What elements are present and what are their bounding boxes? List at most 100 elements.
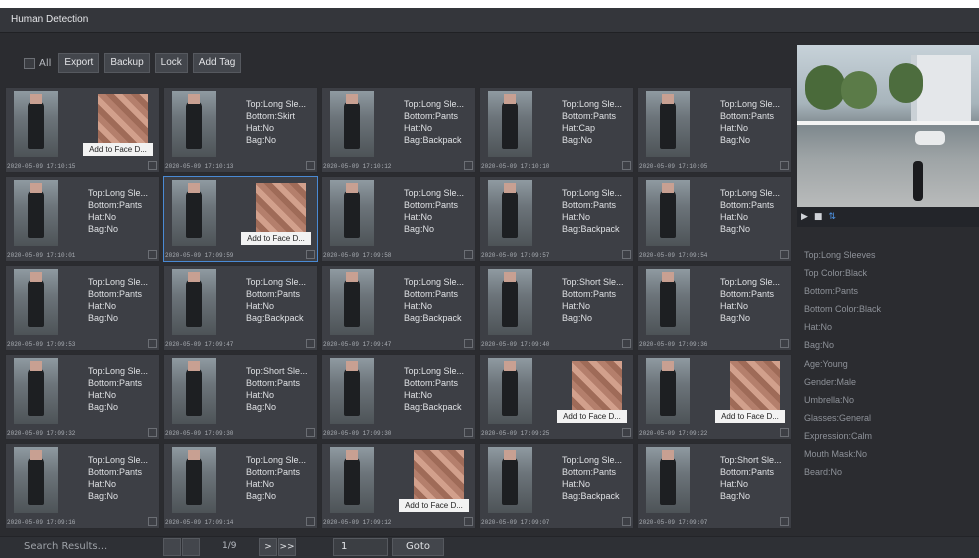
- prev-page-button[interactable]: [182, 538, 200, 556]
- person-thumbnail[interactable]: [172, 91, 216, 157]
- result-card[interactable]: Top:Long Sle... Bottom:Pants Hat:No Bag:No 2…: [5, 176, 160, 262]
- person-thumbnail[interactable]: [488, 91, 532, 157]
- select-checkbox[interactable]: [306, 517, 315, 526]
- result-card[interactable]: Top:Long Sle... Bottom:Pants Hat:No Bag:Bac…: [321, 354, 476, 440]
- add-to-face-database-button[interactable]: Add to Face D...: [557, 410, 627, 423]
- select-checkbox[interactable]: [306, 339, 315, 348]
- select-checkbox[interactable]: [306, 428, 315, 437]
- result-card[interactable]: Top:Long Sle... Bottom:Pants Hat:Cap Bag:No…: [479, 87, 634, 173]
- download-icon[interactable]: ⇅: [828, 212, 836, 222]
- add-to-face-database-button[interactable]: Add to Face D...: [399, 499, 469, 512]
- result-card[interactable]: Top:Long Sle... Bottom:Pants Hat:No Bag:No 2…: [637, 87, 792, 173]
- person-thumbnail[interactable]: [172, 447, 216, 513]
- first-page-button[interactable]: [163, 538, 181, 556]
- add-to-face-database-button[interactable]: Add to Face D...: [241, 232, 311, 245]
- face-thumbnail[interactable]: [572, 361, 622, 413]
- person-thumbnail[interactable]: [14, 447, 58, 513]
- result-card[interactable]: Add to Face D... 2020-05-09 17:09:25: [479, 354, 634, 440]
- select-checkbox[interactable]: [148, 161, 157, 170]
- select-checkbox[interactable]: [780, 161, 789, 170]
- result-card[interactable]: Top:Short Sle... Bottom:Pants Hat:No Bag:No…: [163, 354, 318, 440]
- result-card[interactable]: Top:Long Sle... Bottom:Pants Hat:No Bag:Bac…: [479, 443, 634, 529]
- person-thumbnail[interactable]: [14, 91, 58, 157]
- result-card[interactable]: Top:Long Sle... Bottom:Pants Hat:No Bag:No 2…: [637, 265, 792, 351]
- select-checkbox[interactable]: [780, 428, 789, 437]
- person-thumbnail[interactable]: [330, 180, 374, 246]
- next-page-button[interactable]: >: [259, 538, 277, 556]
- face-thumbnail[interactable]: [730, 361, 780, 413]
- result-card[interactable]: Top:Long Sle... Bottom:Pants Hat:No Bag:Bac…: [163, 265, 318, 351]
- person-thumbnail[interactable]: [646, 180, 690, 246]
- person-thumbnail[interactable]: [488, 447, 532, 513]
- result-card[interactable]: Top:Long Sle... Bottom:Pants Hat:No Bag:No 2…: [5, 265, 160, 351]
- person-thumbnail[interactable]: [646, 447, 690, 513]
- person-thumbnail[interactable]: [330, 269, 374, 335]
- select-checkbox[interactable]: [464, 250, 473, 259]
- result-card[interactable]: Top:Long Sle... Bottom:Pants Hat:No Bag:Bac…: [321, 265, 476, 351]
- select-checkbox[interactable]: [148, 339, 157, 348]
- result-card[interactable]: Add to Face D... 2020-05-09 17:10:15: [5, 87, 160, 173]
- result-card[interactable]: Add to Face D... 2020-05-09 17:09:12: [321, 443, 476, 529]
- face-thumbnail[interactable]: [414, 450, 464, 502]
- select-checkbox[interactable]: [780, 250, 789, 259]
- select-checkbox[interactable]: [306, 161, 315, 170]
- select-checkbox[interactable]: [622, 250, 631, 259]
- add-tag-button[interactable]: Add Tag: [192, 53, 242, 73]
- person-thumbnail[interactable]: [172, 358, 216, 424]
- result-card[interactable]: Top:Long Sle... Bottom:Pants Hat:No Bag:No 2…: [5, 443, 160, 529]
- person-thumbnail[interactable]: [172, 180, 216, 246]
- person-thumbnail[interactable]: [330, 91, 374, 157]
- page-number-input[interactable]: 1: [333, 538, 388, 556]
- select-checkbox[interactable]: [464, 161, 473, 170]
- select-all-control[interactable]: All: [24, 57, 51, 69]
- export-button[interactable]: Export: [58, 53, 100, 73]
- result-card[interactable]: Top:Long Sle... Bottom:Pants Hat:No Bag:No 2…: [5, 354, 160, 440]
- person-thumbnail[interactable]: [488, 180, 532, 246]
- goto-button[interactable]: Goto: [392, 538, 444, 556]
- play-icon[interactable]: ▶: [801, 212, 808, 222]
- person-thumbnail[interactable]: [488, 358, 532, 424]
- person-thumbnail[interactable]: [646, 269, 690, 335]
- add-to-face-database-button[interactable]: Add to Face D...: [83, 143, 153, 156]
- last-page-button[interactable]: >>: [278, 538, 296, 556]
- person-thumbnail[interactable]: [488, 269, 532, 335]
- select-checkbox[interactable]: [148, 428, 157, 437]
- face-thumbnail[interactable]: [256, 183, 306, 235]
- select-checkbox[interactable]: [464, 517, 473, 526]
- result-card[interactable]: Top:Long Sle... Bottom:Pants Hat:No Bag:No 2…: [163, 443, 318, 529]
- result-card[interactable]: Top:Long Sle... Bottom:Pants Hat:No Bag:No 2…: [321, 176, 476, 262]
- result-card[interactable]: Add to Face D... 2020-05-09 17:09:22: [637, 354, 792, 440]
- select-checkbox[interactable]: [622, 428, 631, 437]
- person-thumbnail[interactable]: [14, 358, 58, 424]
- result-card[interactable]: Add to Face D... 2020-05-09 17:09:59: [163, 176, 318, 262]
- select-checkbox[interactable]: [464, 428, 473, 437]
- select-checkbox[interactable]: [780, 517, 789, 526]
- result-card[interactable]: Top:Long Sle... Bottom:Skirt Hat:No Bag:No 2…: [163, 87, 318, 173]
- select-checkbox[interactable]: [306, 250, 315, 259]
- person-thumbnail[interactable]: [14, 180, 58, 246]
- result-card[interactable]: Top:Short Sle... Bottom:Pants Hat:No Bag:No…: [479, 265, 634, 351]
- select-checkbox[interactable]: [780, 339, 789, 348]
- select-checkbox[interactable]: [622, 161, 631, 170]
- select-checkbox[interactable]: [464, 339, 473, 348]
- person-thumbnail[interactable]: [646, 358, 690, 424]
- select-checkbox[interactable]: [148, 517, 157, 526]
- select-checkbox[interactable]: [148, 250, 157, 259]
- result-card[interactable]: Top:Long Sle... Bottom:Pants Hat:No Bag:Bac…: [479, 176, 634, 262]
- select-checkbox[interactable]: [622, 517, 631, 526]
- select-all-checkbox[interactable]: [24, 57, 35, 69]
- person-thumbnail[interactable]: [330, 358, 374, 424]
- person-thumbnail[interactable]: [646, 91, 690, 157]
- backup-button[interactable]: Backup: [104, 53, 150, 73]
- result-card[interactable]: Top:Short Sle... Bottom:Pants Hat:No Bag:No…: [637, 443, 792, 529]
- person-thumbnail[interactable]: [330, 447, 374, 513]
- result-card[interactable]: Top:Long Sle... Bottom:Pants Hat:No Bag:Bac…: [321, 87, 476, 173]
- lock-button[interactable]: Lock: [154, 53, 188, 73]
- select-checkbox[interactable]: [622, 339, 631, 348]
- person-thumbnail[interactable]: [172, 269, 216, 335]
- person-thumbnail[interactable]: [14, 269, 58, 335]
- add-to-face-database-button[interactable]: Add to Face D...: [715, 410, 785, 423]
- face-thumbnail[interactable]: [98, 94, 148, 146]
- result-card[interactable]: Top:Long Sle... Bottom:Pants Hat:No Bag:No 2…: [637, 176, 792, 262]
- stop-icon[interactable]: ■: [814, 212, 823, 222]
